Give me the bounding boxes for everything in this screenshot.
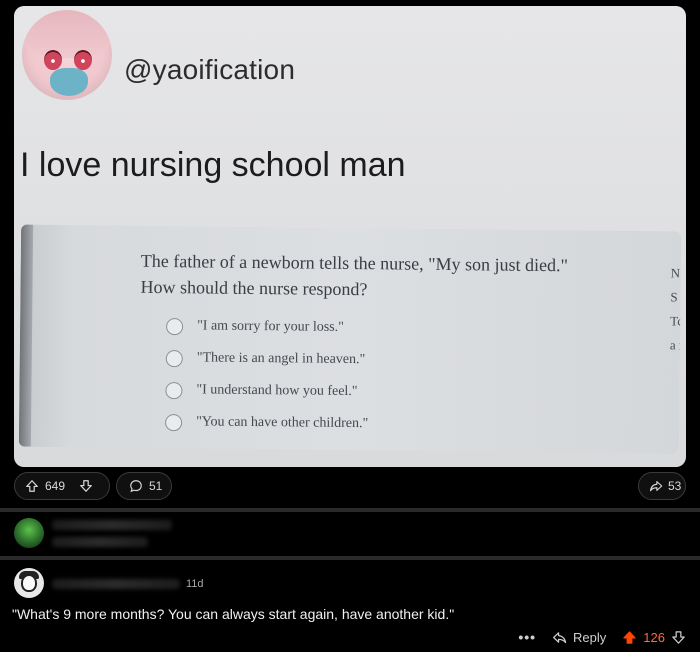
- speech-bubble-icon: [130, 480, 142, 493]
- cropped-letter: Tc: [670, 313, 682, 329]
- share-count: 53: [668, 479, 682, 493]
- radio-circle-icon: [165, 413, 183, 431]
- cropped-letter: N: [670, 265, 681, 281]
- share-button[interactable]: 53: [638, 472, 686, 500]
- comment-age: 11d: [186, 578, 204, 590]
- comment-count: 51: [149, 479, 163, 493]
- quiz-option-label: "There is an angel in heaven.": [196, 350, 366, 368]
- vote-control: 649: [14, 472, 110, 500]
- arrow-up-icon[interactable]: [25, 479, 39, 493]
- quiz-option-label: "I understand how you feel.": [196, 382, 358, 400]
- quiz-option-label: "You can have other children.": [196, 414, 369, 432]
- tweet-text: I love nursing school man: [20, 146, 406, 184]
- profile-avatar: [22, 10, 112, 100]
- arrow-up-icon[interactable]: [622, 630, 637, 645]
- post-action-bar: 649 51 53: [14, 472, 686, 500]
- comments-button[interactable]: 51: [116, 472, 172, 500]
- radio-circle-icon: [166, 317, 184, 335]
- redacted-username: [52, 520, 172, 530]
- quiz-question-line-2: How should the nurse respond?: [140, 276, 368, 300]
- comment-body: "What's 9 more months? You can always st…: [12, 606, 455, 622]
- share-arrow-icon: [650, 481, 663, 492]
- redacted-username: [52, 579, 180, 589]
- quiz-options: "I am sorry for your loss." "There is an…: [165, 310, 369, 440]
- cropped-letter: S: [670, 289, 678, 305]
- quiz-option: "I am sorry for your loss.": [166, 310, 369, 344]
- tweet-handle: @yaoification: [124, 54, 296, 85]
- radio-circle-icon: [165, 349, 183, 367]
- comment-score: 126: [643, 629, 665, 645]
- arrow-down-icon[interactable]: [79, 479, 93, 493]
- avatar[interactable]: [14, 518, 44, 548]
- quiz-option: "There is an angel in heaven.": [165, 342, 369, 376]
- upvote-count: 649: [45, 479, 66, 493]
- divider: [0, 556, 700, 560]
- redacted-text: [52, 537, 148, 547]
- radio-circle-icon: [165, 381, 183, 399]
- quiz-option: "You can have other children.": [165, 406, 368, 440]
- more-options-button[interactable]: •••: [518, 629, 536, 645]
- reply-arrow-icon[interactable]: [552, 630, 567, 645]
- divider: [0, 508, 700, 512]
- quiz-option-label: "I am sorry for your loss.": [197, 318, 344, 335]
- reply-button[interactable]: Reply: [573, 630, 606, 645]
- post-image[interactable]: @yaoification I love nursing school man …: [14, 6, 686, 467]
- cropped-letter: a i: [669, 337, 682, 353]
- cropped-side-text: N S Tc a i: [670, 261, 681, 357]
- arrow-down-icon[interactable]: [671, 630, 686, 645]
- quiz-option: "I understand how you feel.": [165, 374, 368, 408]
- avatar[interactable]: [14, 568, 44, 598]
- comment-action-bar: ••• Reply 126: [518, 626, 686, 648]
- quiz-card: The father of a newborn tells the nurse,…: [18, 224, 682, 454]
- quiz-question: The father of a newborn tells the nurse,…: [140, 248, 661, 305]
